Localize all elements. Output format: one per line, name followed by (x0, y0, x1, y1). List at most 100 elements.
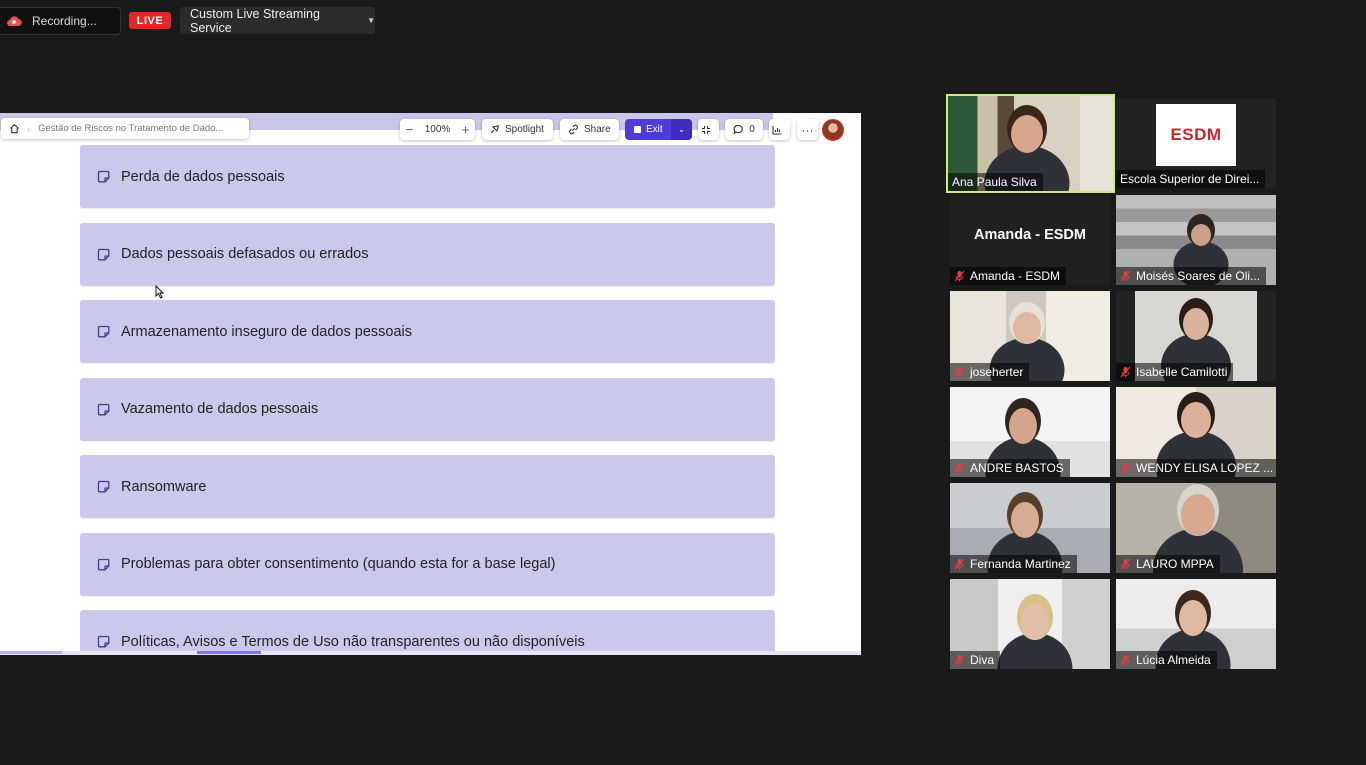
participant-name-label: Ana Paula Silva (948, 173, 1043, 191)
participant-name-label: LAURO MPPA (1116, 555, 1220, 573)
chart-icon (772, 125, 781, 135)
sticky-item[interactable]: Perda de dados pessoais (80, 145, 775, 208)
stats-button[interactable] (769, 119, 790, 140)
participant-name-label: Moisés Soares de Oli... (1116, 267, 1267, 285)
link-icon (569, 124, 578, 135)
participant-tile[interactable]: ANDRE BASTOS (950, 387, 1110, 477)
muted-mic-icon (954, 270, 965, 282)
breadcrumb[interactable]: › Gestão de Riscos no Tratamento de Dado… (1, 118, 249, 139)
muted-mic-icon (1120, 366, 1131, 378)
sticky-list: Perda de dados pessoais Dados pessoais de… (80, 145, 775, 655)
shared-screen: › Gestão de Riscos no Tratamento de Dado… (0, 113, 861, 655)
participant-name: WENDY ELISA LOPEZ ... (1136, 461, 1274, 475)
zoom-out-button[interactable]: − (406, 122, 414, 137)
participant-tile[interactable]: Amanda - ESDM Amanda - ESDM (950, 195, 1110, 285)
recording-label: Recording... (32, 14, 97, 28)
scroll-segment (0, 651, 62, 654)
participant-name-label: ANDRE BASTOS (950, 459, 1070, 477)
participant-name-label: joseherter (950, 363, 1030, 381)
participant-tile[interactable]: WENDY ELISA LOPEZ ... (1116, 387, 1276, 477)
participant-tile[interactable]: Isabelle Camilotti (1116, 291, 1276, 381)
participant-display-name: Amanda - ESDM (974, 227, 1086, 243)
scroll-thumb[interactable] (197, 651, 261, 654)
live-badge[interactable]: LIVE (129, 12, 171, 29)
muted-mic-icon (1120, 558, 1131, 570)
board-toolbar: › Gestão de Riscos no Tratamento de Dado… (0, 113, 861, 144)
participant-name: Ana Paula Silva (952, 175, 1037, 189)
muted-mic-icon (1120, 270, 1131, 282)
stop-icon (634, 126, 641, 133)
participant-tile[interactable]: Moisés Soares de Oli... (1116, 195, 1276, 285)
chevron-right-icon: › (27, 123, 30, 134)
participant-tile[interactable]: ESDM Escola Superior de Direi... (1116, 98, 1276, 188)
exit-presentation-button[interactable]: Exit ⌄ (625, 119, 692, 140)
sticky-item-text: Armazenamento inseguro de dados pessoais (121, 323, 412, 340)
zoom-control: − 100% + (400, 119, 475, 140)
participant-name: Amanda - ESDM (970, 269, 1061, 283)
participant-name-label: WENDY ELISA LOPEZ ... (1116, 459, 1276, 477)
participant-name-label: Escola Superior de Direi... (1116, 170, 1266, 188)
participant-name: Diva (970, 653, 995, 667)
sticky-note-icon (97, 635, 110, 648)
home-icon[interactable] (9, 123, 20, 134)
recording-indicator[interactable]: Recording... (0, 7, 121, 35)
chevron-down-icon[interactable]: ⌄ (671, 119, 692, 140)
participant-tile[interactable]: Ana Paula Silva (946, 94, 1115, 193)
sticky-note-icon (97, 558, 110, 570)
participant-tile[interactable]: Diva (950, 579, 1110, 669)
participant-name: Escola Superior de Direi... (1120, 172, 1260, 186)
share-label: Share (584, 124, 611, 135)
spotlight-icon (490, 125, 500, 134)
participant-name-label: Amanda - ESDM (950, 267, 1067, 285)
board-title[interactable]: Gestão de Riscos no Tratamento de Dado..… (38, 123, 223, 134)
sticky-item[interactable]: Políticas, Avisos e Termos de Uso não tr… (80, 610, 775, 655)
sticky-note-icon (97, 480, 110, 493)
muted-mic-icon (954, 654, 965, 666)
sticky-note-icon (97, 170, 110, 183)
comments-button[interactable]: 0 (725, 119, 763, 140)
sticky-item-text: Problemas para obter consentimento (quan… (121, 556, 556, 572)
stream-service-label: Custom Live Streaming Service (190, 6, 320, 35)
participant-tile[interactable]: joseherter (950, 291, 1110, 381)
participant-name: joseherter (970, 365, 1024, 379)
participant-name-label: Lúcia Almeida (1116, 651, 1217, 669)
sticky-item[interactable]: Vazamento de dados pessoais (80, 377, 775, 441)
zoom-level[interactable]: 100% (425, 124, 451, 135)
muted-mic-icon (1120, 654, 1131, 666)
sticky-note-icon (97, 248, 110, 260)
participant-tile[interactable]: Lúcia Almeida (1116, 579, 1276, 669)
muted-mic-icon (1120, 462, 1131, 474)
caret-down-icon: ▼ (367, 16, 375, 25)
more-options-button[interactable]: ··· (797, 119, 818, 140)
comment-icon (733, 124, 744, 135)
spotlight-button[interactable]: Spotlight (482, 119, 553, 140)
sticky-item-text: Políticas, Avisos e Termos de Uso não tr… (121, 633, 585, 650)
spotlight-label: Spotlight (505, 124, 544, 135)
participant-tile[interactable]: LAURO MPPA (1116, 483, 1276, 573)
participant-name-label: Fernanda Martinez (950, 555, 1077, 573)
board-scrollbar[interactable] (0, 651, 861, 655)
participant-name: Lúcia Almeida (1136, 653, 1211, 667)
muted-mic-icon (954, 462, 965, 474)
sticky-item[interactable]: Armazenamento inseguro de dados pessoais (80, 300, 775, 363)
participant-name: ANDRE BASTOS (970, 461, 1064, 475)
zoom-in-button[interactable]: + (462, 122, 470, 137)
cloud-recording-icon (7, 16, 22, 27)
comments-count: 0 (749, 124, 755, 135)
collapse-icon (702, 125, 710, 134)
participant-tile[interactable]: Fernanda Martinez (950, 483, 1110, 573)
fit-to-screen-button[interactable] (698, 119, 719, 140)
user-avatar[interactable] (822, 119, 844, 141)
muted-mic-icon (954, 366, 965, 378)
sticky-item[interactable]: Dados pessoais defasados ou errados (80, 222, 775, 286)
live-stream-service-dropdown[interactable]: Custom Live Streaming Service ▼ (180, 6, 375, 35)
share-button[interactable]: Share (560, 119, 619, 140)
participant-name: Isabelle Camilotti (1136, 365, 1228, 379)
sticky-item-text: Perda de dados pessoais (121, 168, 285, 185)
sticky-item[interactable]: Problemas para obter consentimento (quan… (80, 532, 775, 596)
sticky-item[interactable]: Ransomware (80, 455, 775, 518)
mouse-cursor-icon (155, 285, 164, 299)
participant-name-label: Isabelle Camilotti (1116, 363, 1234, 381)
sticky-item-text: Ransomware (121, 478, 207, 495)
participant-name-label: Diva (950, 651, 1001, 669)
